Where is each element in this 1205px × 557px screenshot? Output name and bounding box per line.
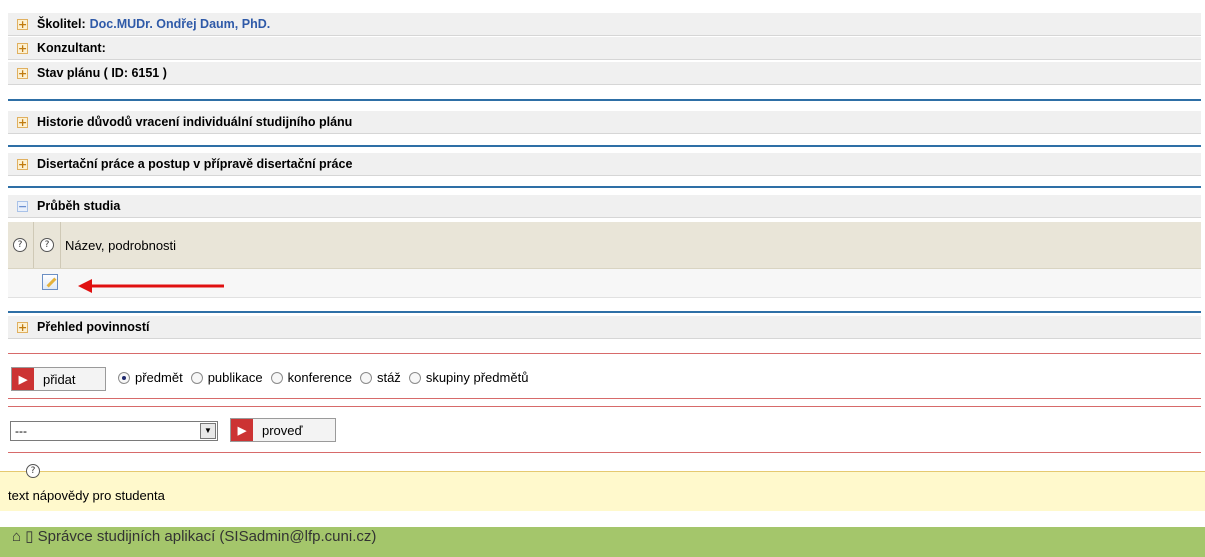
- expand-plus-icon[interactable]: +: [17, 18, 28, 30]
- divider: [8, 311, 1201, 313]
- add-button[interactable]: ▶ přidat: [11, 367, 106, 391]
- section-skolitel[interactable]: + Školitel: Doc.MUDr. Ondřej Daum, PhD.: [8, 13, 1201, 36]
- expand-plus-icon[interactable]: +: [17, 321, 28, 333]
- column-header-nazev: Název, podrobnosti: [65, 237, 177, 253]
- divider: [8, 452, 1201, 453]
- edit-icon[interactable]: [42, 274, 58, 290]
- type-radio-group: předmět publikace konference stáž skupin…: [118, 370, 536, 385]
- radio-label: předmět: [135, 370, 183, 385]
- action-select[interactable]: --- ▼: [10, 421, 218, 441]
- section-prubeh-studia[interactable]: − Průběh studia: [8, 195, 1201, 218]
- execute-button[interactable]: ▶ proveď: [230, 418, 336, 442]
- divider: [8, 186, 1201, 188]
- radio-unchecked[interactable]: [408, 371, 421, 384]
- stav-label: Stav plánu ( ID: 6151 ): [37, 66, 167, 80]
- help-icon[interactable]: ?: [13, 238, 27, 252]
- column-divider: [60, 222, 61, 268]
- help-icon[interactable]: ?: [26, 464, 40, 478]
- radio-checked[interactable]: [118, 371, 130, 384]
- radio-staz[interactable]: stáž: [359, 370, 401, 385]
- radio-predmet[interactable]: předmět: [118, 370, 183, 385]
- divider: [8, 398, 1201, 399]
- footer-bar: ⌂ ▯ Správce studijních aplikací (SISadmi…: [0, 527, 1205, 557]
- help-box: ? text nápovědy pro studenta: [0, 464, 1205, 511]
- radio-unchecked[interactable]: [359, 371, 372, 384]
- expand-plus-icon[interactable]: +: [17, 158, 28, 170]
- add-button-label: přidat: [43, 371, 76, 387]
- section-konzultant[interactable]: + Konzultant:: [8, 37, 1201, 60]
- radio-unchecked[interactable]: [190, 371, 203, 384]
- konzultant-label: Konzultant:: [37, 41, 106, 55]
- radio-skupiny-predmetu[interactable]: skupiny předmětů: [408, 370, 529, 385]
- section-prehled-povinnosti[interactable]: + Přehled povinností: [8, 316, 1201, 339]
- radio-unchecked[interactable]: [270, 371, 283, 384]
- action-mark-icon: ▶: [231, 419, 253, 441]
- radio-label: skupiny předmětů: [425, 370, 529, 385]
- radio-konference[interactable]: konference: [270, 370, 352, 385]
- radio-label: publikace: [207, 370, 263, 385]
- execute-button-label: proveď: [262, 422, 303, 438]
- expand-plus-icon[interactable]: +: [17, 42, 28, 54]
- chevron-down-icon[interactable]: ▼: [200, 423, 216, 439]
- skolitel-label: Školitel:: [37, 17, 86, 31]
- action-mark-icon: ▶: [12, 368, 34, 390]
- red-arrow-annotation: [78, 279, 224, 293]
- disertace-label: Disertační práce a postup v přípravě dis…: [37, 157, 353, 171]
- footer-text[interactable]: ⌂ ▯ Správce studijních aplikací (SISadmi…: [12, 527, 376, 545]
- collapse-minus-icon[interactable]: −: [17, 200, 28, 212]
- historie-label: Historie důvodů vracení individuální stu…: [37, 115, 353, 129]
- section-disertace[interactable]: + Disertační práce a postup v přípravě d…: [8, 153, 1201, 176]
- radio-label: stáž: [376, 370, 401, 385]
- divider: [8, 353, 1201, 354]
- radio-publikace[interactable]: publikace: [190, 370, 263, 385]
- expand-plus-icon[interactable]: +: [17, 116, 28, 128]
- skolitel-name: Doc.MUDr. Ondřej Daum, PhD.: [89, 17, 271, 31]
- prehled-label: Přehled povinností: [37, 320, 150, 334]
- divider: [8, 99, 1201, 101]
- expand-plus-icon[interactable]: +: [17, 67, 28, 79]
- divider: [8, 406, 1201, 407]
- table-header: ? ? Název, podrobnosti: [8, 222, 1201, 269]
- help-icon[interactable]: ?: [40, 238, 54, 252]
- section-historie[interactable]: + Historie důvodů vracení individuální s…: [8, 111, 1201, 134]
- prubeh-label: Průběh studia: [37, 199, 121, 213]
- radio-label: konference: [287, 370, 352, 385]
- section-stav-planu[interactable]: + Stav plánu ( ID: 6151 ): [8, 62, 1201, 85]
- action-select-value: ---: [15, 424, 27, 438]
- help-text: text nápovědy pro studenta: [8, 488, 165, 503]
- divider: [8, 145, 1201, 147]
- column-divider: [33, 222, 34, 268]
